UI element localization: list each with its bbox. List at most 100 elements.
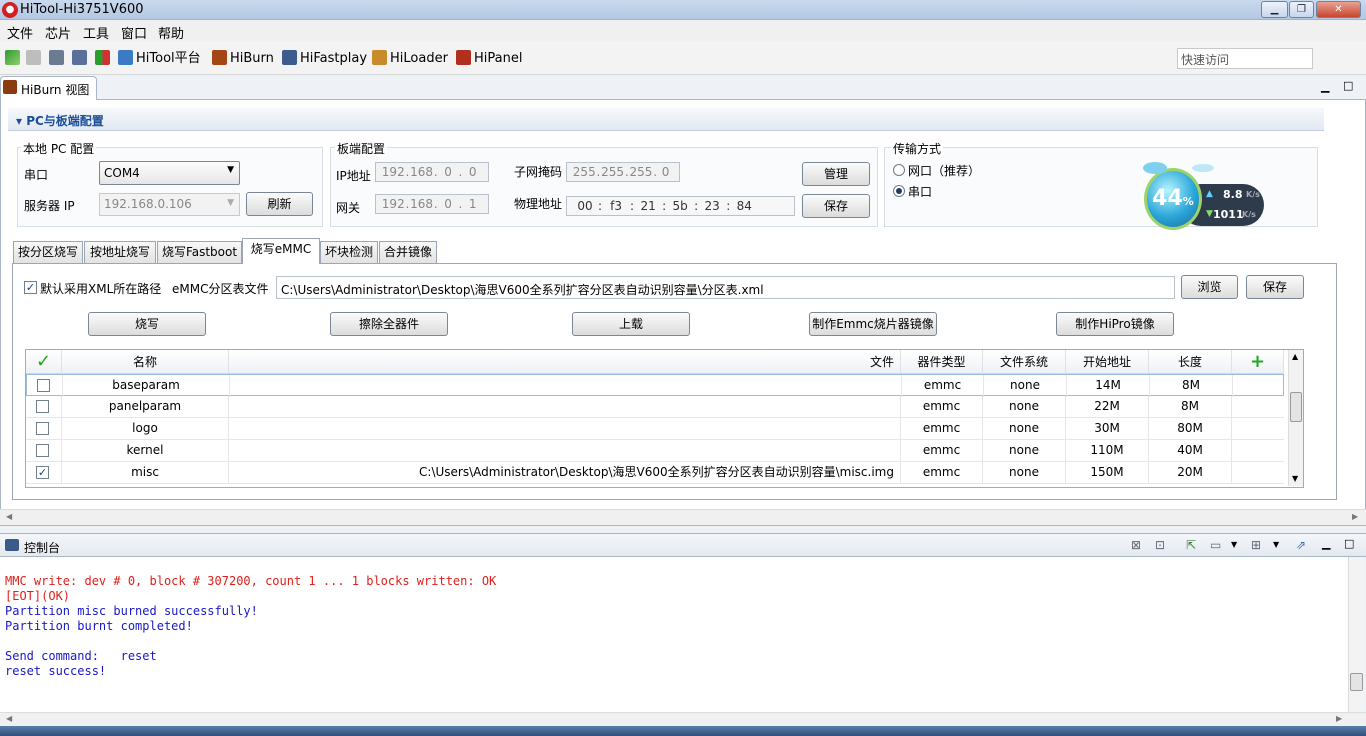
connect-icon[interactable]: [5, 50, 23, 67]
menu-tools[interactable]: 工具: [83, 23, 109, 42]
select-all-check-icon[interactable]: ✓: [26, 350, 62, 374]
menu-file[interactable]: 文件: [7, 23, 33, 42]
scroll-left-icon[interactable]: ◀: [6, 512, 12, 521]
emmc-save-button[interactable]: 保存: [1246, 275, 1304, 299]
close-button[interactable]: ✕: [1316, 1, 1361, 18]
col-name[interactable]: 名称: [62, 350, 229, 374]
cell-length: 80M: [1149, 418, 1232, 440]
tab-burn-fastboot[interactable]: 烧写Fastboot: [157, 241, 242, 263]
gateway-field[interactable]: 192. 168. 0. 1: [375, 194, 489, 214]
row-checkbox[interactable]: [36, 444, 49, 457]
server-ip-select[interactable]: 192.168.0.106 ▼: [99, 193, 240, 216]
make-hipro-image-button[interactable]: 制作HiPro镜像: [1056, 312, 1174, 336]
tab-burn-by-address[interactable]: 按地址烧写: [84, 241, 156, 263]
row-checkbox[interactable]: [36, 400, 49, 413]
view-maximize-icon[interactable]: □: [1343, 79, 1353, 92]
disconnect-icon[interactable]: [26, 50, 44, 67]
view-minimize-icon[interactable]: ▁: [1321, 80, 1329, 93]
toolbar-hitool[interactable]: HiTool平台: [118, 50, 201, 67]
table-row[interactable]: panelparam emmc none 22M 8M: [26, 396, 1284, 418]
serial-option-label[interactable]: 串口: [908, 183, 932, 200]
cell-file[interactable]: [230, 375, 902, 397]
scroll-left-icon[interactable]: ◀: [6, 714, 12, 723]
tab-badblock-check[interactable]: 坏块检测: [320, 241, 378, 263]
section-header[interactable]: ▾ PC与板端配置: [8, 108, 1324, 131]
col-file[interactable]: 文件: [229, 350, 901, 374]
maximize-button[interactable]: ❐: [1289, 1, 1314, 18]
scroll-up-icon[interactable]: ▲: [1292, 352, 1298, 361]
browse-button[interactable]: 浏览: [1181, 275, 1238, 299]
upload-button[interactable]: 上载: [572, 312, 690, 336]
view-horizontal-scrollbar[interactable]: ◀ ▶: [0, 509, 1366, 525]
network-option-label[interactable]: 网口（推荐）: [908, 162, 980, 179]
cell-filesystem: none: [984, 375, 1067, 397]
col-device-type[interactable]: 器件类型: [901, 350, 983, 374]
table-row[interactable]: logo emmc none 30M 80M: [26, 418, 1284, 440]
scroll-thumb[interactable]: [1290, 392, 1302, 422]
menu-chip[interactable]: 芯片: [45, 23, 71, 42]
scroll-down-icon[interactable]: ▼: [1292, 474, 1298, 483]
chevron-down-icon[interactable]: ▼: [1273, 540, 1279, 549]
menu-help[interactable]: 帮助: [158, 23, 184, 42]
table-row[interactable]: baseparam emmc none 14M 8M: [26, 374, 1284, 397]
manage-button[interactable]: 管理: [802, 162, 870, 186]
make-emmc-image-button[interactable]: 制作Emmc烧片器镜像: [809, 312, 937, 336]
restore-icon[interactable]: ⇗: [1296, 538, 1306, 552]
table-scrollbar[interactable]: ▲ ▼: [1288, 350, 1303, 486]
table-row[interactable]: ✓ misc C:\Users\Administrator\Desktop\海思…: [26, 462, 1284, 484]
scroll-right-icon[interactable]: ▶: [1352, 512, 1358, 521]
row-checkbox[interactable]: [37, 379, 50, 392]
refresh-button[interactable]: 刷新: [246, 192, 313, 216]
terminal-icon[interactable]: [72, 50, 90, 67]
toolbar-hiburn[interactable]: HiBurn: [212, 50, 274, 67]
transfer-icon[interactable]: [95, 50, 113, 67]
col-length[interactable]: 长度: [1149, 350, 1232, 374]
partition-file-input[interactable]: C:\Users\Administrator\Desktop\海思V600全系列…: [276, 276, 1175, 299]
toolbar-hiloader[interactable]: HiLoader: [372, 50, 448, 67]
board-save-button[interactable]: 保存: [802, 194, 870, 218]
console-tab-label[interactable]: 控制台: [24, 539, 60, 556]
scroll-thumb[interactable]: [1350, 673, 1363, 691]
serial-port-select[interactable]: COM4 ▼: [99, 161, 240, 185]
tab-burn-by-partition[interactable]: 按分区烧写: [13, 241, 83, 263]
scroll-right-icon[interactable]: ▶: [1336, 714, 1342, 723]
add-row-plus-icon[interactable]: +: [1232, 350, 1284, 374]
net-usage-ball[interactable]: 44%: [1144, 168, 1202, 230]
console-maximize-icon[interactable]: □: [1344, 537, 1354, 550]
network-radio[interactable]: [893, 164, 905, 176]
cell-file[interactable]: [229, 418, 901, 440]
quick-access-input[interactable]: 快速访问: [1177, 48, 1313, 69]
toolbar-hipanel[interactable]: HiPanel: [456, 50, 522, 67]
clear-console-icon[interactable]: ⊠: [1131, 538, 1141, 552]
display-console-icon[interactable]: ▭: [1210, 538, 1221, 552]
console-scrollbar[interactable]: [1348, 557, 1364, 712]
pin-console-icon[interactable]: ⇱: [1186, 538, 1196, 552]
toolbar-hifastplay[interactable]: HiFastplay: [282, 50, 367, 67]
row-checkbox[interactable]: [36, 422, 49, 435]
tab-burn-emmc[interactable]: 烧写eMMC: [242, 238, 320, 264]
serial-radio[interactable]: [893, 185, 905, 197]
open-console-icon[interactable]: ⊞: [1251, 538, 1261, 552]
cell-file[interactable]: [229, 440, 901, 462]
mac-address-field[interactable]: 00: f3:21:5b:23:84: [566, 196, 795, 216]
tab-merge-image[interactable]: 合并镜像: [379, 241, 437, 263]
console-horizontal-scrollbar[interactable]: ◀ ▶: [0, 712, 1366, 726]
col-start-address[interactable]: 开始地址: [1066, 350, 1149, 374]
console-output[interactable]: MMC write: dev # 0, block # 307200, coun…: [0, 557, 1348, 712]
ip-address-field[interactable]: 192. 168. 0. 0: [375, 162, 489, 182]
chevron-down-icon[interactable]: ▼: [1231, 540, 1237, 549]
chip-config-icon[interactable]: [49, 50, 67, 67]
table-row[interactable]: kernel emmc none 110M 40M: [26, 440, 1284, 462]
cell-file[interactable]: [229, 396, 901, 418]
col-filesystem[interactable]: 文件系统: [983, 350, 1066, 374]
row-checkbox[interactable]: ✓: [36, 466, 49, 479]
burn-button[interactable]: 烧写: [88, 312, 206, 336]
minimize-button[interactable]: ▁: [1261, 1, 1288, 18]
cell-file[interactable]: C:\Users\Administrator\Desktop\海思V600全系列…: [229, 462, 901, 484]
subnet-mask-field[interactable]: 255. 255. 255. 0: [566, 162, 680, 182]
menu-window[interactable]: 窗口: [121, 23, 147, 42]
console-minimize-icon[interactable]: ▁: [1322, 537, 1330, 550]
use-xml-path-checkbox[interactable]: ✓: [24, 281, 37, 294]
erase-all-button[interactable]: 擦除全器件: [330, 312, 448, 336]
scroll-lock-icon[interactable]: ⊡: [1155, 538, 1165, 552]
